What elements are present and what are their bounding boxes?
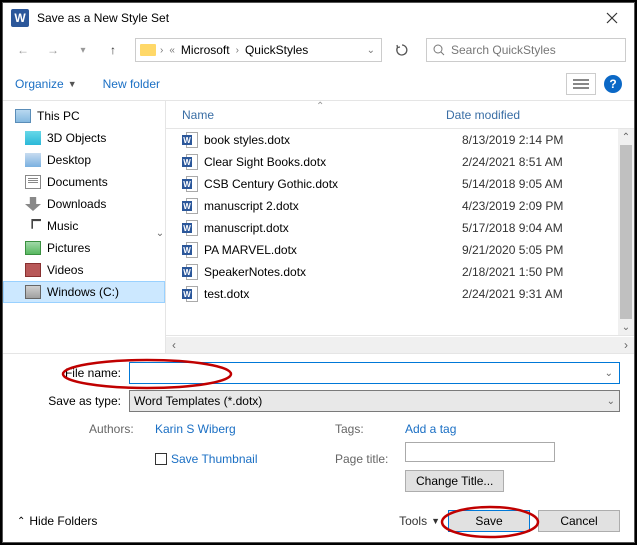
file-name: Clear Sight Books.dotx [204, 155, 462, 169]
file-row[interactable]: Wtest.dotx2/24/2021 9:31 AM [166, 283, 618, 305]
word-file-icon: W [182, 220, 198, 236]
sidebar-item-music[interactable]: Music [3, 215, 165, 237]
authors-label: Authors: [89, 422, 147, 436]
file-date: 2/18/2021 1:50 PM [462, 265, 563, 279]
authors-value[interactable]: Karin S Wiberg [155, 422, 327, 436]
filename-label: File name: [17, 366, 129, 380]
file-date: 8/13/2019 2:14 PM [462, 133, 563, 147]
word-file-icon: W [182, 264, 198, 280]
folder-icon [140, 44, 156, 56]
file-name: test.dotx [204, 287, 462, 301]
file-date: 5/14/2018 9:05 AM [462, 177, 563, 191]
sidebar-item-desktop[interactable]: Desktop [3, 149, 165, 171]
tools-menu[interactable]: Tools ▼ [399, 514, 440, 528]
word-file-icon: W [182, 242, 198, 258]
file-name: manuscript 2.dotx [204, 199, 462, 213]
sidebar-item-pictures[interactable]: Pictures [3, 237, 165, 259]
search-placeholder: Search QuickStyles [451, 43, 556, 57]
word-file-icon: W [182, 198, 198, 214]
up-button[interactable]: ↑ [101, 38, 125, 62]
file-date: 4/23/2019 2:09 PM [462, 199, 563, 213]
file-row[interactable]: W PA MARVEL.dotx9/21/2020 5:05 PM [166, 239, 618, 261]
tags-value[interactable]: Add a tag [405, 422, 620, 436]
desktop-icon [25, 153, 41, 167]
search-icon [433, 44, 445, 56]
forward-button[interactable]: → [41, 38, 65, 62]
sidebar-item-windowsc[interactable]: Windows (C:) [3, 281, 165, 303]
file-name: SpeakerNotes.dotx [204, 265, 462, 279]
sort-indicator-icon: ⌃ [316, 101, 324, 112]
save-thumbnail-checkbox[interactable] [155, 453, 167, 465]
search-input[interactable]: Search QuickStyles [426, 38, 626, 62]
file-date: 2/24/2021 8:51 AM [462, 155, 563, 169]
breadcrumb-microsoft[interactable]: Microsoft [179, 43, 232, 57]
sidebar-item-thispc[interactable]: This PC [3, 105, 165, 127]
file-row[interactable]: Wbook styles.dotx8/13/2019 2:14 PM [166, 129, 618, 151]
view-options-button[interactable] [566, 73, 596, 95]
new-folder-button[interactable]: New folder [103, 77, 160, 91]
recent-locations-dropdown[interactable]: ▾ [71, 38, 95, 62]
music-icon [25, 219, 41, 233]
pictures-icon [25, 241, 41, 255]
sidebar-item-3dobjects[interactable]: 3D Objects [3, 127, 165, 149]
file-list: Wbook styles.dotx8/13/2019 2:14 PMWClear… [166, 129, 618, 335]
pc-icon [15, 109, 31, 123]
back-button[interactable]: ← [11, 38, 35, 62]
help-button[interactable]: ? [604, 75, 622, 93]
drive-icon [25, 285, 41, 299]
savetype-select[interactable]: Word Templates (*.dotx) ⌄ [129, 390, 620, 412]
word-file-icon: W [182, 132, 198, 148]
pagetitle-label: Page title: [335, 452, 397, 466]
sidebar-scroll-down[interactable]: ⌄ [155, 227, 165, 239]
save-button[interactable]: Save [448, 510, 530, 532]
word-file-icon: W [182, 176, 198, 192]
chevron-down-icon: ⌄ [607, 396, 615, 407]
breadcrumb-quickstyles[interactable]: QuickStyles [243, 43, 310, 57]
file-date: 5/17/2018 9:04 AM [462, 221, 563, 235]
word-app-icon: W [11, 9, 29, 27]
address-dropdown-icon[interactable]: ⌄ [365, 45, 377, 56]
address-bar[interactable]: › « Microsoft › QuickStyles ⌄ [135, 38, 382, 62]
pagetitle-input[interactable] [405, 442, 555, 462]
file-row[interactable]: Wmanuscript.dotx5/17/2018 9:04 AM [166, 217, 618, 239]
word-file-icon: W [182, 286, 198, 302]
file-row[interactable]: W Clear Sight Books.dotx2/24/2021 8:51 AM [166, 151, 618, 173]
close-button[interactable] [598, 4, 626, 32]
column-header-name[interactable]: Name [182, 108, 446, 122]
hide-folders-button[interactable]: ⌃ Hide Folders [17, 514, 97, 528]
refresh-button[interactable] [390, 38, 414, 62]
file-date: 9/21/2020 5:05 PM [462, 243, 563, 257]
sidebar-item-documents[interactable]: Documents [3, 171, 165, 193]
documents-icon [25, 175, 41, 189]
change-title-button[interactable]: Change Title... [405, 470, 504, 492]
save-thumbnail-label[interactable]: Save Thumbnail [171, 452, 258, 466]
cancel-button[interactable]: Cancel [538, 510, 620, 532]
vertical-scrollbar[interactable]: ⌃ ⌄ [618, 129, 634, 335]
sidebar-item-downloads[interactable]: Downloads [3, 193, 165, 215]
organize-menu[interactable]: Organize ▼ [15, 77, 77, 91]
chevron-right-icon: › [158, 45, 165, 56]
file-name: CSB Century Gothic.dotx [204, 177, 462, 191]
file-row[interactable]: W SpeakerNotes.dotx2/18/2021 1:50 PM [166, 261, 618, 283]
file-row[interactable]: W CSB Century Gothic.dotx5/14/2018 9:05 A… [166, 173, 618, 195]
objects-icon [25, 131, 41, 145]
word-file-icon: W [182, 154, 198, 170]
file-name: PA MARVEL.dotx [204, 243, 462, 257]
downloads-icon [25, 197, 41, 211]
window-title: Save as a New Style Set [37, 11, 598, 25]
filename-input[interactable]: ⌄ [129, 362, 620, 384]
sidebar-item-videos[interactable]: Videos [3, 259, 165, 281]
savetype-label: Save as type: [17, 394, 129, 408]
file-date: 2/24/2021 9:31 AM [462, 287, 563, 301]
file-name: manuscript.dotx [204, 221, 462, 235]
file-row[interactable]: Wmanuscript 2.dotx4/23/2019 2:09 PM [166, 195, 618, 217]
chevron-down-icon[interactable]: ⌄ [605, 368, 613, 379]
file-name: book styles.dotx [204, 133, 462, 147]
horizontal-scrollbar[interactable]: ‹› [166, 335, 634, 353]
navigation-pane: This PC 3D Objects Desktop Documents Dow… [3, 101, 166, 353]
videos-icon [25, 263, 41, 277]
tags-label: Tags: [335, 422, 397, 436]
column-header-date[interactable]: Date modified [446, 108, 520, 122]
